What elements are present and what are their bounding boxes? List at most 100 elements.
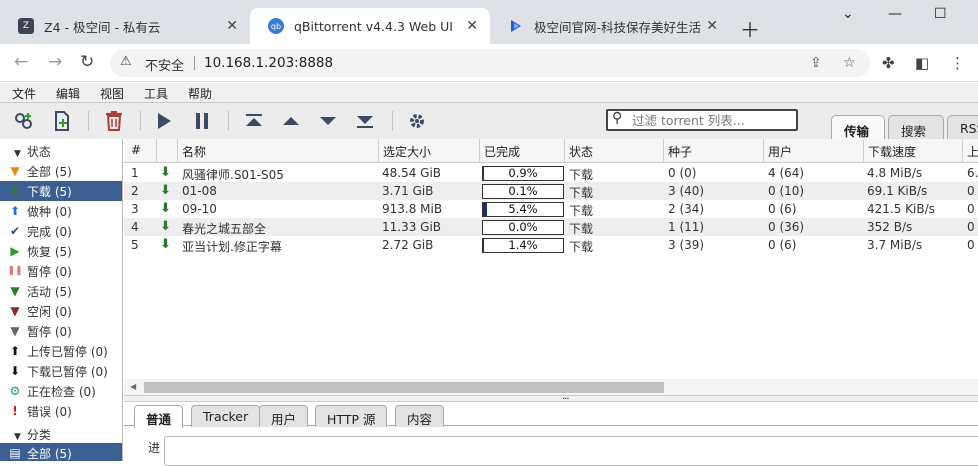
sidebar-item-status[interactable]: ⬆ 上传已暂停 (0) [0, 341, 122, 361]
tab-rss[interactable]: RSS [947, 115, 978, 139]
sidebar-item-label: 活动 (5) [27, 284, 72, 299]
tab-http-sources[interactable]: HTTP 源 [315, 405, 388, 427]
column-header-size[interactable]: 选定大小 [383, 143, 431, 160]
new-tab-button[interactable]: ＋ [740, 14, 760, 43]
close-tab-icon[interactable]: ✕ [706, 18, 718, 34]
panel-splitter[interactable]: ··· [124, 394, 978, 405]
side-panel-icon[interactable]: ◧ [915, 54, 929, 72]
sidebar-item-label: 错误 (0) [27, 404, 72, 419]
minimize-button[interactable]: — [888, 6, 902, 22]
tab-general[interactable]: 普通 [134, 405, 184, 428]
sidebar-item-status[interactable]: ⬇ 下载已暂停 (0) [0, 361, 122, 381]
menu-view[interactable]: 视图 [100, 85, 124, 102]
collapse-caret-icon: ▼ [14, 149, 21, 159]
move-up-icon[interactable] [279, 109, 303, 133]
maximize-button[interactable]: ☐ [934, 6, 947, 22]
menu-file[interactable]: 文件 [12, 85, 36, 102]
share-icon[interactable]: ⇪ [810, 55, 822, 71]
sidebar-item-status[interactable]: ▼ 活动 (5) [0, 281, 122, 301]
pause-icon[interactable] [190, 109, 214, 133]
browser-tab-zspace[interactable]: 极空间官网-科技保存美好生活 ✕ [490, 8, 730, 44]
cell-size: 3.71 GiB [382, 184, 434, 198]
upload-arrow-icon: ⬆ [9, 204, 21, 218]
tab-content[interactable]: 内容 [395, 405, 445, 427]
table-row[interactable]: ⬇ 3 09-10 913.8 MiB 下载 2 (34) 0 (6) 421.5 KiB/s… [124, 200, 978, 218]
column-header-seeds[interactable]: 种子 [668, 143, 692, 160]
general-info-box [164, 436, 978, 466]
column-header-upload-speed[interactable]: 上 [967, 143, 978, 160]
omnibox[interactable]: ⚠ 不安全 10.168.1.203:8888 ⇪ ☆ [110, 49, 870, 77]
status-section-header[interactable]: ▼ 状态 [0, 143, 122, 161]
scroll-left-arrow-icon[interactable]: ◀ [130, 382, 136, 391]
menu-help[interactable]: 帮助 [188, 85, 212, 102]
options-gear-icon[interactable] [405, 109, 429, 133]
sidebar-item-status[interactable]: ! 错误 (0) [0, 401, 122, 421]
browser-tab-qbittorrent[interactable]: qb qBittorrent v4.4.3 Web UI ✕ [250, 8, 490, 44]
menu-edit[interactable]: 编辑 [56, 85, 80, 102]
scrollbar-thumb[interactable] [144, 382, 664, 393]
sidebar-item-status[interactable]: ⬇ 下载 (5) [0, 181, 122, 201]
column-header-download-speed[interactable]: 下载速度 [868, 143, 916, 160]
horizontal-scrollbar[interactable]: ◀ [124, 379, 978, 395]
close-tab-icon[interactable]: ✕ [466, 18, 478, 34]
column-header-peers[interactable]: 用户 [768, 143, 792, 160]
tab-trackers[interactable]: Tracker [191, 405, 261, 427]
close-tab-icon[interactable]: ✕ [226, 18, 238, 34]
sidebar-item-status[interactable]: ⬆ 做种 (0) [0, 201, 122, 221]
move-down-icon[interactable] [316, 109, 340, 133]
forward-arrow-icon[interactable]: → [48, 52, 62, 72]
table-row[interactable]: ⬇ 1 风骚律师.S01-S05 48.54 GiB 下载 0 (0) 4 (64) 4.8 … [124, 164, 978, 182]
torrent-table: # 名称 选定大小 已完成 状态 种子 用户 下载速度 上 ⬇ 1 风骚律师.S01… [124, 139, 978, 395]
table-row[interactable]: ⬇ 5 亚当计划.修正字幕 2.72 GiB 下载 3 (39) 0 (6) 3.7 MiB/… [124, 236, 978, 254]
sidebar-item-label: 全部 (5) [27, 164, 72, 179]
funnel-red-icon: ▼ [10, 304, 20, 318]
filter-torrent-input[interactable] [632, 112, 792, 128]
add-torrent-file-icon[interactable] [50, 109, 74, 133]
qbittorrent-icon: qb [268, 18, 284, 34]
sidebar-item-category-all[interactable]: ▤ 全部 (5) [0, 443, 122, 461]
cell-peers: 0 (36) [768, 220, 805, 234]
add-torrent-link-icon[interactable] [12, 109, 36, 133]
tab-search[interactable]: 搜索 [888, 115, 944, 139]
cell-download-speed: 69.1 KiB/s [867, 184, 928, 198]
tab-transfers[interactable]: 传输 [831, 115, 885, 139]
cell-name: 01-08 [182, 184, 217, 198]
sidebar-item-status[interactable]: ⚙ 正在检查 (0) [0, 381, 122, 401]
cell-upload-speed: 0 [967, 238, 975, 252]
extensions-puzzle-icon[interactable]: ✤ [882, 54, 895, 72]
sidebar-item-label: 下载已暂停 (0) [27, 364, 108, 379]
url-text[interactable]: 10.168.1.203:8888 [204, 55, 333, 71]
sidebar-item-status[interactable]: ❚❚ 暂停 (0) [0, 261, 122, 281]
sidebar-item-status[interactable]: ▼ 空闲 (0) [0, 301, 122, 321]
table-row[interactable]: ⬇ 4 春光之城五部全 11.33 GiB 下载 1 (11) 0 (36) 352 B/s 0… [124, 218, 978, 236]
column-header-status[interactable]: 状态 [569, 143, 593, 160]
table-row[interactable]: ⬇ 2 01-08 3.71 GiB 下载 3 (40) 0 (10) 69.1 KiB/s 0… [124, 182, 978, 200]
progress-text: 5.4% [508, 202, 538, 216]
column-header-name[interactable]: 名称 [182, 143, 206, 160]
cell-seeds: 1 (11) [668, 220, 705, 234]
back-arrow-icon[interactable]: ← [14, 52, 28, 72]
sidebar-item-status[interactable]: ✔ 完成 (0) [0, 221, 122, 241]
sidebar-item-status[interactable]: ▶ 恢复 (5) [0, 241, 122, 261]
cell-seeds: 2 (34) [668, 202, 705, 216]
tab-search-chevron-icon[interactable]: ⌄ [842, 6, 854, 22]
move-top-icon[interactable] [242, 109, 266, 133]
menu-tools[interactable]: 工具 [144, 85, 168, 102]
bookmark-star-icon[interactable]: ☆ [843, 55, 856, 71]
delete-trash-icon[interactable] [102, 109, 126, 133]
column-header-number[interactable]: # [131, 143, 141, 157]
reload-icon[interactable]: ↻ [80, 52, 94, 72]
sidebar-item-status[interactable]: ▼ 暂停 (0) [0, 321, 122, 341]
filter-torrent-box[interactable]: ⚲ [606, 109, 798, 131]
category-section-header[interactable]: ▼ 分类 [0, 426, 122, 444]
more-menu-icon[interactable]: ⋮ [950, 54, 965, 72]
column-header-progress[interactable]: 已完成 [484, 143, 520, 160]
upload-stalled-icon: ⬆ [9, 344, 21, 358]
tab-peers[interactable]: 用户 [259, 405, 309, 427]
sidebar-item-status[interactable]: ▼ 全部 (5) [0, 161, 122, 181]
browser-tab-z4[interactable]: Z Z4 - 极空间 - 私有云 ✕ [0, 8, 250, 44]
sidebar-item-label: 下载 (5) [27, 184, 72, 199]
resume-play-icon[interactable] [152, 109, 176, 133]
download-stalled-icon: ⬇ [9, 364, 21, 378]
move-bottom-icon[interactable] [353, 109, 377, 133]
